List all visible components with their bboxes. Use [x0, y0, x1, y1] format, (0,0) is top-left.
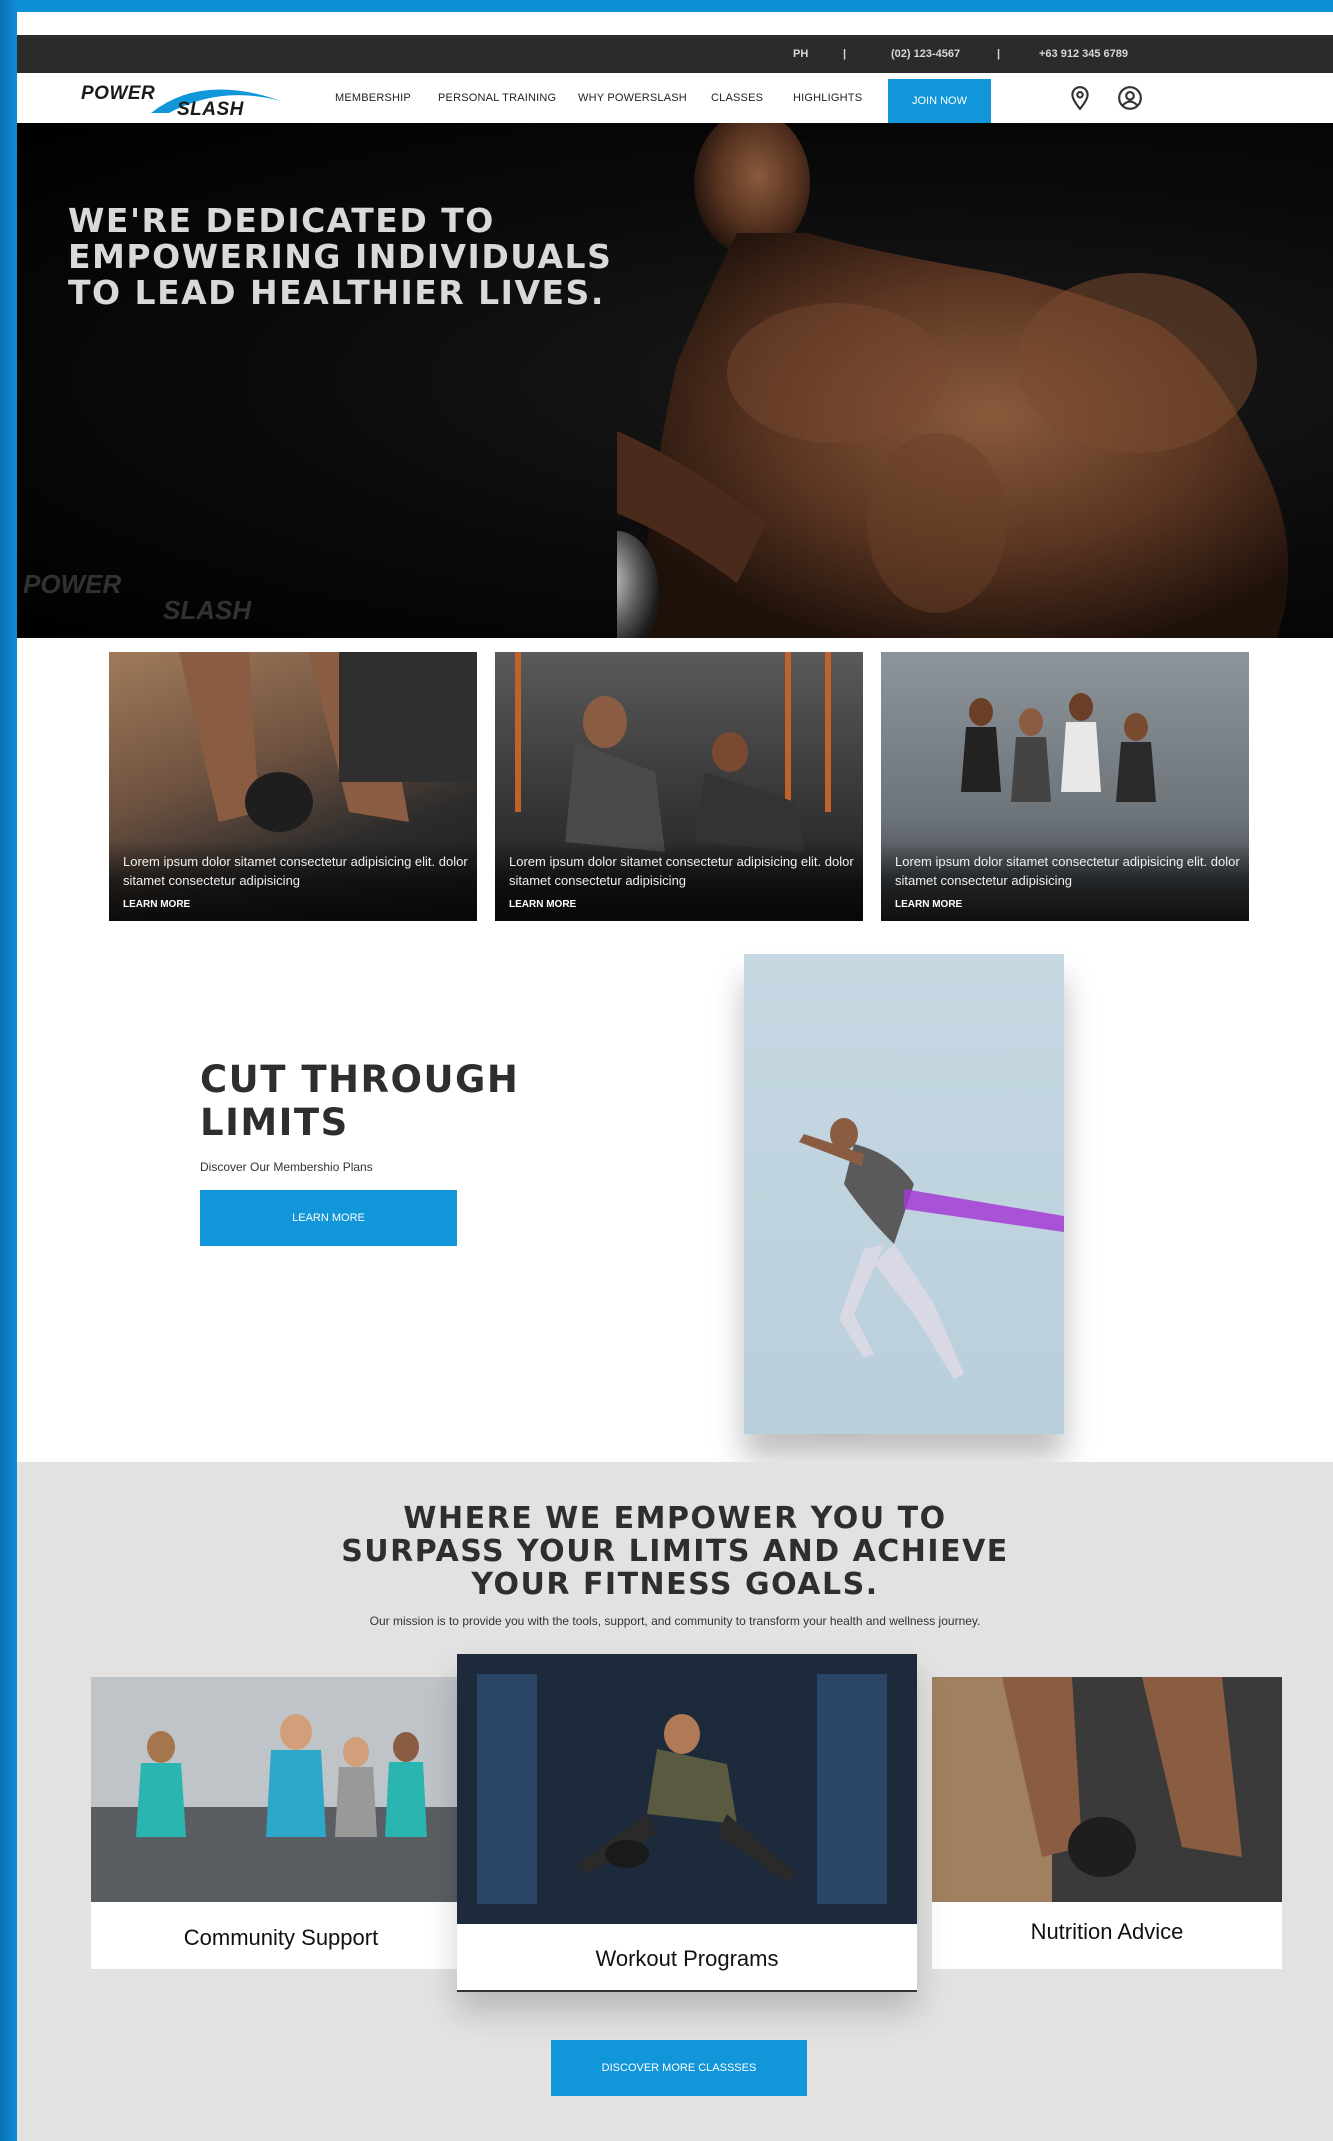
phone-mobile[interactable]: +63 912 345 6789 [1039, 48, 1128, 60]
feature-card[interactable]: Lorem ipsum dolor sitamet consectetur ad… [495, 652, 863, 921]
separator: | [843, 48, 847, 60]
feature-card[interactable]: Lorem ipsum dolor sitamet consectetur ad… [881, 652, 1249, 921]
phone-landline[interactable]: (02) 123-4567 [891, 48, 960, 60]
workout-gym-photo [457, 1654, 917, 1924]
join-now-button[interactable]: JOIN NOW [888, 79, 991, 123]
card-text: Lorem ipsum dolor sitamet consectetur ad… [509, 854, 854, 888]
main-nav: POWER SLASH MEMBERSHIP PERSONAL TRAINING… [17, 73, 1333, 123]
discover-more-classes-button[interactable]: DISCOVER MORE CLASSSES [551, 2040, 807, 2096]
region-label[interactable]: PH [793, 48, 808, 60]
nav-why-powerslash[interactable]: WHY POWERSLASH [578, 92, 687, 104]
nutrition-kettlebell-photo [932, 1677, 1282, 1902]
card-learn-more-link[interactable]: LEARN MORE [895, 899, 962, 910]
membership-subtitle: Discover Our Membershio Plans [200, 1160, 373, 1174]
feature-card[interactable]: Lorem ipsum dolor sitamet consectetur ad… [109, 652, 477, 921]
separator: | [997, 48, 1001, 60]
hero-logo-watermark: POWER SLASH [23, 563, 323, 633]
card-text: Lorem ipsum dolor sitamet consectetur ad… [895, 854, 1240, 888]
card-learn-more-link[interactable]: LEARN MORE [509, 899, 576, 910]
card-text: Lorem ipsum dolor sitamet consectetur ad… [123, 854, 468, 888]
mission-subtitle: Our mission is to provide you with the t… [369, 1614, 981, 1628]
card-learn-more-link[interactable]: LEARN MORE [123, 899, 190, 910]
hero-banner: WE'RE DEDICATED TO EMPOWERING INDIVIDUAL… [17, 123, 1333, 638]
watermark-word-slash: SLASH [163, 595, 252, 625]
learn-more-button[interactable]: LEARN MORE [200, 1190, 457, 1246]
nav-classes[interactable]: CLASSES [711, 92, 763, 104]
mission-section: WHERE WE EMPOWER YOU TO SURPASS YOUR LIM… [17, 1462, 1333, 2141]
tile-workout-programs[interactable]: Workout Programs [457, 1654, 917, 1992]
contact-bar: PH | (02) 123-4567 | +63 912 345 6789 [17, 35, 1333, 73]
brand-logo[interactable]: POWER SLASH [81, 79, 301, 120]
location-pin-icon[interactable] [1067, 85, 1093, 111]
page-frame: PH | (02) 123-4567 | +63 912 345 6789 PO… [17, 12, 1333, 2141]
hero-athlete-image [617, 123, 1289, 638]
mission-heading: WHERE WE EMPOWER YOU TO SURPASS YOUR LIM… [17, 1502, 1333, 1601]
logo-word-power: POWER [81, 83, 156, 104]
nav-personal-training[interactable]: PERSONAL TRAINING [438, 92, 556, 104]
user-account-icon[interactable] [1117, 85, 1143, 111]
tile-label: Workout Programs [595, 1946, 779, 1971]
stacked-photo-front [744, 954, 1064, 1434]
hero-headline: WE'RE DEDICATED TO EMPOWERING INDIVIDUAL… [68, 201, 613, 312]
photo-stack[interactable] [744, 942, 1164, 1462]
tile-community-support[interactable]: Community Support [91, 1677, 471, 1969]
community-walk-photo [91, 1677, 471, 1902]
watermark-word-power: POWER [23, 569, 122, 599]
feature-cards: Lorem ipsum dolor sitamet consectetur ad… [109, 652, 1249, 922]
tile-label: Nutrition Advice [1030, 1919, 1184, 1944]
nav-membership[interactable]: MEMBERSHIP [335, 92, 411, 104]
tile-label: Community Support [183, 1925, 379, 1950]
mission-heading-text: WHERE WE EMPOWER YOU TO SURPASS YOUR LIM… [341, 1501, 1009, 1602]
logo-word-slash: SLASH [177, 99, 244, 120]
tile-nutrition-advice[interactable]: Nutrition Advice [932, 1677, 1282, 1969]
nav-highlights[interactable]: HIGHLIGHTS [793, 92, 862, 104]
cut-through-limits-heading: CUT THROUGH LIMITS [200, 1058, 520, 1144]
sprinter-photo [799, 1118, 1064, 1379]
